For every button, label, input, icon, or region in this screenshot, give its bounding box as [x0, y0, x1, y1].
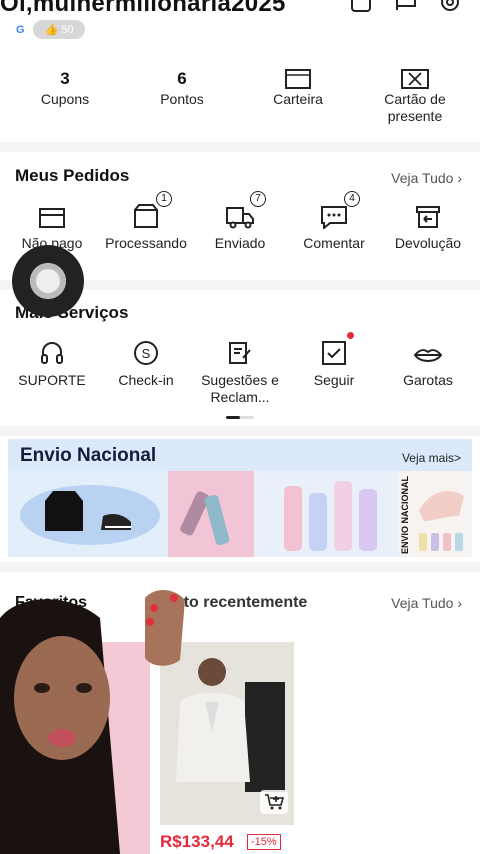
stat-points[interactable]: 6 Pontos [127, 68, 237, 108]
user-greeting: Oi,mulhermilionaria2025 [0, 0, 286, 17]
processing-count-badge: 1 [156, 191, 172, 207]
points-label: Pontos [160, 91, 204, 107]
gift-card-icon [401, 69, 429, 89]
service-checkin[interactable]: S Check-in [98, 336, 194, 389]
order-processing[interactable]: 1 Processando [98, 191, 194, 252]
account-stats: 3 Cupons 6 Pontos Carteira Cartão de pre… [0, 58, 480, 140]
add-to-cart-button[interactable] [260, 790, 288, 814]
order-unpaid[interactable]: Não pago [4, 199, 100, 252]
service-support[interactable]: SUPORTE [4, 336, 100, 389]
services-scroll-indicator [226, 416, 254, 419]
feedback-icon [229, 342, 251, 364]
settings-icon[interactable] [438, 0, 462, 14]
favorites-see-all-label: Veja Tudo [391, 595, 454, 611]
order-return-label: Devolução [394, 235, 462, 251]
service-follow[interactable]: Seguir [286, 332, 382, 389]
divider [0, 562, 480, 572]
discount-badge: -15% [247, 834, 281, 850]
banner-tile-water-bottles[interactable] [254, 471, 399, 557]
divider [0, 142, 480, 152]
order-shipped-label: Enviado [214, 235, 266, 251]
banner-title: Envio Nacional [20, 445, 157, 466]
lips-icon [413, 349, 443, 362]
coupons-label: Cupons [40, 91, 90, 107]
video-overlay-person [0, 589, 185, 854]
order-comment-label: Comentar [303, 235, 365, 251]
order-processing-label: Processando [105, 235, 187, 251]
water-bottles-image [284, 481, 377, 551]
promo-banner[interactable]: Envio Nacional Veja mais> ENVIO NACIONAL [8, 439, 472, 557]
truck-icon [226, 207, 254, 229]
follow-icon [322, 341, 346, 365]
wallet-label: Carteira [273, 91, 323, 107]
favorites-see-all[interactable]: Veja Tudo › [391, 595, 462, 611]
service-support-label: SUPORTE [18, 372, 86, 388]
box-icon [134, 204, 158, 228]
service-feedback-label: Sugestões e Reclam... [201, 372, 279, 405]
stat-coupons[interactable]: 3 Cupons [10, 68, 120, 108]
headset-icon [41, 342, 63, 364]
thumb-icon: 👍 [44, 24, 59, 36]
top-bar: Oi,mulhermilionaria2025 [0, 0, 480, 20]
stat-wallet[interactable]: Carteira [243, 68, 353, 108]
coupons-count: 3 [60, 69, 70, 88]
stat-gift-card[interactable]: Cartão de presente [360, 68, 470, 125]
orders-see-all[interactable]: Veja Tudo › [391, 170, 462, 186]
divider [0, 426, 480, 436]
jacket-shoes-image [20, 485, 160, 545]
order-return[interactable]: Devolução [380, 199, 476, 252]
banner-see-more[interactable]: Veja mais> [402, 451, 461, 465]
orders-see-all-label: Veja Tudo [391, 170, 454, 186]
orders-title: Meus Pedidos [15, 166, 130, 185]
level-value: 50 [61, 23, 74, 36]
service-feedback[interactable]: Sugestões e Reclam... [192, 336, 288, 406]
service-girls-label: Garotas [403, 372, 453, 388]
order-comment[interactable]: 4 Comentar [286, 191, 382, 252]
comment-icon [321, 206, 347, 229]
comment-count-badge: 4 [344, 191, 360, 207]
banner-side-label: ENVIO NACIONAL [400, 476, 410, 555]
assistive-touch-button[interactable] [12, 245, 84, 317]
chevron-right-icon: › [457, 595, 462, 611]
svg-text:S: S [142, 346, 151, 361]
add-to-cart-icon [265, 794, 284, 810]
google-icon: G [16, 24, 25, 36]
service-girls[interactable]: Garotas [380, 336, 476, 389]
notification-dot [347, 332, 354, 339]
gift-card-label: Cartão de presente [384, 91, 446, 124]
wallet-icon [39, 208, 65, 228]
shipped-count-badge: 7 [250, 191, 266, 207]
chevron-right-icon: › [457, 170, 462, 186]
level-badge[interactable]: 👍 50 [33, 20, 85, 39]
return-icon [416, 206, 440, 228]
coin-icon: S [134, 341, 158, 365]
perfume-bottles-image [180, 491, 230, 546]
points-count: 6 [177, 69, 187, 88]
banner-tile-bottles[interactable] [168, 471, 254, 557]
order-shipped[interactable]: 7 Enviado [192, 191, 288, 252]
scan-icon[interactable] [349, 0, 373, 14]
message-icon[interactable] [394, 0, 418, 14]
wallet-icon [285, 69, 311, 89]
service-follow-label: Seguir [313, 372, 355, 388]
banner-tile-fashion[interactable] [8, 471, 168, 557]
service-checkin-label: Check-in [118, 372, 174, 388]
